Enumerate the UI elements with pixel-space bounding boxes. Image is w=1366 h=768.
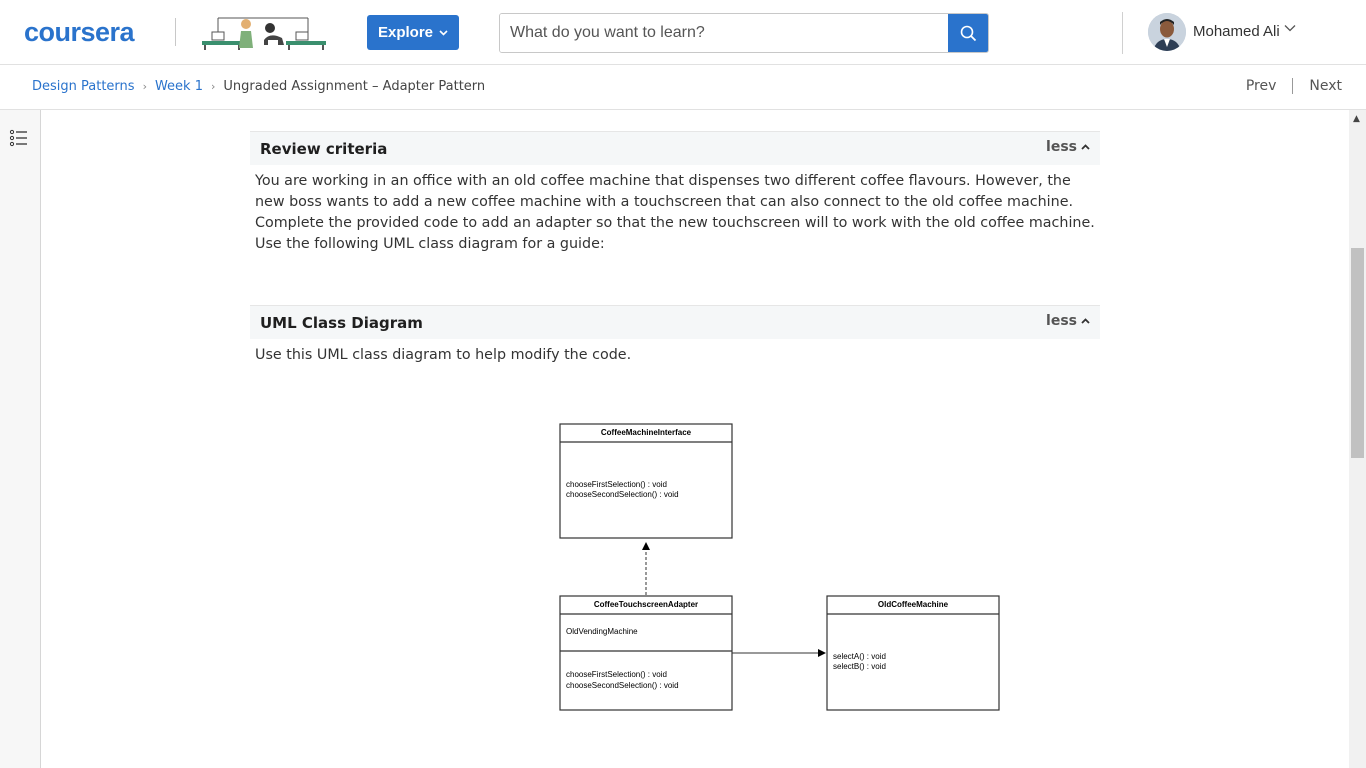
uml-diagram-title: UML Class Diagram — [260, 314, 423, 332]
adapter-class-name: CoffeeTouchscreenAdapter — [594, 600, 698, 609]
header-divider — [175, 18, 176, 46]
toggle-label: less — [1046, 313, 1077, 329]
prev-next-divider — [1292, 78, 1294, 94]
adapter-method: chooseFirstSelection() : void — [566, 670, 667, 679]
uml-diagram-header: UML Class Diagram less — [250, 305, 1100, 339]
prev-link[interactable]: Prev — [1246, 78, 1277, 94]
header-divider-right — [1122, 12, 1123, 54]
adapter-attribute: OldVendingMachine — [566, 627, 638, 636]
old-coffee-machine-class-box: OldCoffeeMachine selectA() : void select… — [826, 595, 1000, 711]
old-coffee-machine-class-name: OldCoffeeMachine — [878, 600, 949, 609]
breadcrumb-course[interactable]: Design Patterns — [32, 79, 135, 94]
explore-label: Explore — [377, 24, 434, 41]
top-header: coursera Explore Moham — [0, 0, 1366, 65]
avatar-image — [1148, 13, 1186, 51]
interface-class-box: CoffeeMachineInterface chooseFirstSelect… — [559, 423, 733, 539]
uml-diagram-text: Use this UML class diagram to help modif… — [255, 347, 632, 363]
uml-diagram-toggle[interactable]: less — [1046, 313, 1090, 329]
scroll-up-arrow-icon[interactable]: ▲ — [1353, 114, 1360, 124]
user-name[interactable]: Mohamed Ali — [1193, 23, 1280, 40]
breadcrumb-bar: Design Patterns › Week 1 › Ungraded Assi… — [0, 65, 1366, 110]
breadcrumb-current: Ungraded Assignment – Adapter Pattern — [223, 79, 486, 94]
next-link[interactable]: Next — [1309, 78, 1342, 94]
breadcrumb: Design Patterns › Week 1 › Ungraded Assi… — [32, 79, 485, 94]
review-criteria-header: Review criteria less — [250, 131, 1100, 165]
interface-class-name: CoffeeMachineInterface — [601, 428, 692, 437]
adapter-method: chooseSecondSelection() : void — [566, 681, 679, 690]
chevron-up-icon — [1081, 318, 1090, 324]
chevron-up-icon — [1081, 144, 1090, 150]
uml-class-diagram: CoffeeMachineInterface chooseFirstSelect… — [559, 423, 1000, 711]
table-of-contents-icon[interactable] — [9, 128, 29, 148]
interface-method: chooseSecondSelection() : void — [566, 490, 679, 499]
review-criteria-toggle[interactable]: less — [1046, 139, 1090, 155]
old-coffee-machine-method: selectA() : void — [833, 652, 886, 661]
old-coffee-machine-method: selectB() : void — [833, 662, 886, 671]
search-icon — [960, 25, 976, 41]
coursera-logo[interactable]: coursera — [24, 19, 135, 46]
review-criteria-title: Review criteria — [260, 140, 388, 158]
scrollbar-thumb[interactable] — [1351, 248, 1364, 458]
search-input[interactable] — [500, 14, 949, 52]
review-criteria-text: You are working in an office with an old… — [255, 173, 1095, 252]
search-bar — [499, 13, 989, 53]
left-rail — [0, 110, 41, 768]
prev-next-nav: Prev Next — [1246, 78, 1342, 94]
breadcrumb-week[interactable]: Week 1 — [155, 79, 203, 94]
illustration-icon — [202, 17, 326, 50]
chevron-right-icon: › — [142, 80, 147, 93]
avatar[interactable] — [1148, 13, 1186, 51]
chevron-down-icon — [439, 29, 448, 36]
adapter-class-box: CoffeeTouchscreenAdapter OldVendingMachi… — [559, 595, 733, 711]
interface-method: chooseFirstSelection() : void — [566, 480, 667, 489]
explore-button[interactable]: Explore — [367, 15, 459, 50]
toggle-label: less — [1046, 139, 1077, 155]
chevron-down-icon[interactable] — [1284, 24, 1296, 32]
chevron-right-icon: › — [211, 80, 216, 93]
scrollbar[interactable]: ▲ — [1349, 110, 1366, 768]
search-button[interactable] — [948, 14, 988, 52]
